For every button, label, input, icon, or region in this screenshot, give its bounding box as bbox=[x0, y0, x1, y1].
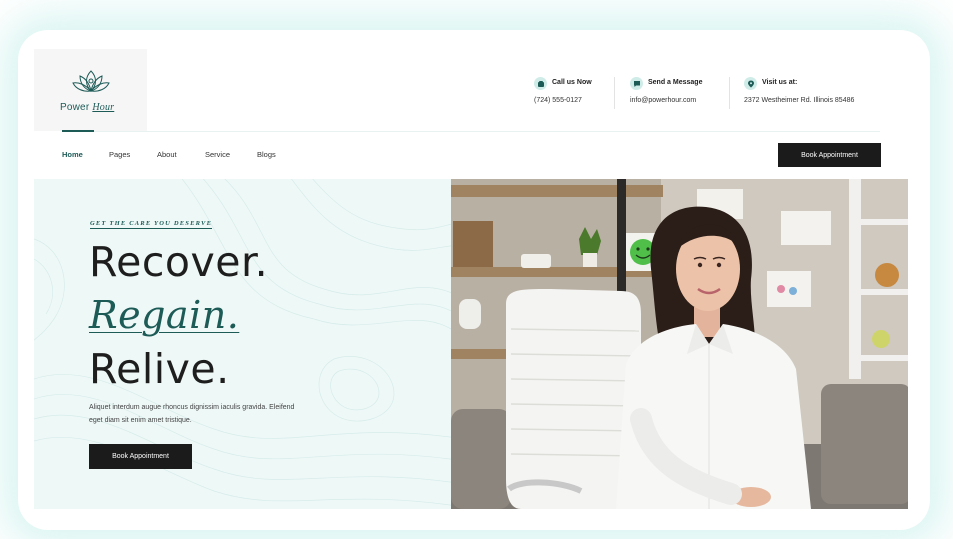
website-frame: Power Hour Call us Now (724) 555-0127 Se… bbox=[34, 49, 908, 509]
hero-book-appointment-button[interactable]: Book Appointment bbox=[89, 444, 192, 469]
contact-message-value: info@powerhour.com bbox=[630, 97, 697, 104]
nav-item-pages[interactable]: Pages bbox=[109, 150, 130, 159]
hero-text-panel: GET THE CARE YOU DESERVE Recover. Regain… bbox=[34, 179, 451, 509]
contact-visit[interactable]: Visit us at: 2372 Westheimer Rd. Illinoi… bbox=[744, 77, 884, 111]
logo[interactable]: Power Hour bbox=[34, 49, 147, 131]
contact-visit-value: 2372 Westheimer Rd. Illinois 85486 bbox=[744, 97, 855, 104]
contact-message-title: Send a Message bbox=[648, 79, 703, 86]
hero-heading-line-2: Regain. bbox=[89, 293, 240, 337]
active-indicator bbox=[62, 130, 94, 132]
logo-name: Power bbox=[60, 102, 90, 113]
nav-item-about[interactable]: About bbox=[157, 150, 177, 159]
hero-heading-line-1: Recover. bbox=[89, 238, 269, 286]
hero-paragraph: Aliquet interdum augue rhoncus dignissim… bbox=[89, 404, 295, 424]
contact-call-value: (724) 555-0127 bbox=[534, 97, 582, 104]
nav-item-blogs[interactable]: Blogs bbox=[257, 150, 276, 159]
contact-divider bbox=[729, 77, 730, 109]
contact-visit-title: Visit us at: bbox=[762, 79, 798, 86]
header-divider bbox=[62, 131, 880, 132]
contact-call[interactable]: Call us Now (724) 555-0127 bbox=[534, 77, 614, 111]
logo-text: Power Hour bbox=[60, 102, 114, 113]
nav-item-home[interactable]: Home bbox=[62, 150, 83, 159]
contact-divider bbox=[614, 77, 615, 109]
nav-item-service[interactable]: Service bbox=[205, 150, 230, 159]
logo-name-accent: Hour bbox=[92, 102, 115, 113]
hero-eyebrow: GET THE CARE YOU DESERVE bbox=[90, 220, 213, 229]
contact-call-title: Call us Now bbox=[552, 79, 592, 86]
contact-message[interactable]: Send a Message info@powerhour.com bbox=[630, 77, 730, 111]
header-book-appointment-button[interactable]: Book Appointment bbox=[778, 143, 881, 167]
hero-heading-line-3: Relive. bbox=[89, 345, 230, 393]
phone-icon bbox=[534, 77, 547, 90]
hero-photo bbox=[451, 179, 908, 509]
lotus-logo-icon bbox=[72, 70, 110, 92]
location-icon bbox=[744, 77, 757, 90]
chat-icon bbox=[630, 77, 643, 90]
therapist-photo-illustration bbox=[451, 179, 908, 509]
